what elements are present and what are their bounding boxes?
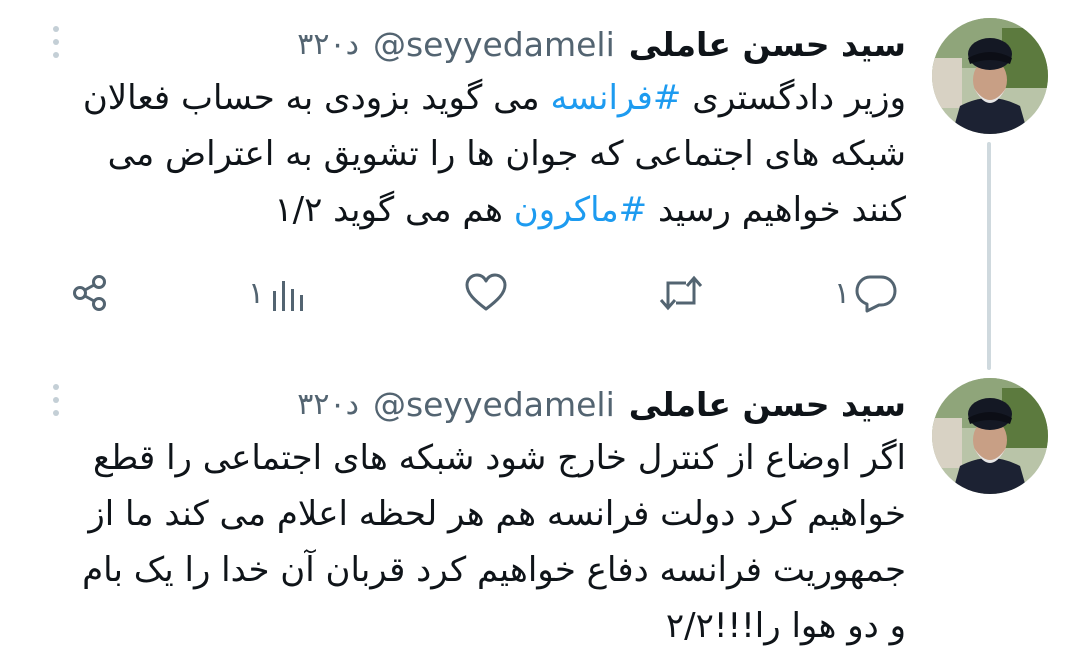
text-span: و دو هوا را!!!۲/۲ — [665, 606, 906, 646]
like-button[interactable] — [464, 268, 512, 318]
text-line: اگر اوضاع از کنترل خارج شود شبکه های اجت… — [46, 430, 906, 486]
share-icon — [73, 275, 106, 311]
text-line: جمهوریت فرانسه دفاع خواهیم کرد قربان آن … — [46, 542, 906, 598]
views-count: ۱ — [248, 275, 265, 311]
tweet-header: سید حسن عاملی @seyyedameli ۳۲۰د — [297, 380, 906, 428]
avatar-image — [932, 378, 1048, 494]
author-handle[interactable]: @seyyedameli — [373, 25, 615, 64]
retweet-icon — [659, 275, 703, 311]
reply-button[interactable]: ۱ — [834, 268, 898, 318]
text-span: وزیر دادگستری — [681, 78, 906, 118]
hashtag-link[interactable]: #فرانسه — [550, 78, 681, 118]
views-button[interactable]: ۱ — [248, 268, 308, 318]
tweet-actions: ۱ ۱ — [0, 268, 1080, 318]
text-line: کنند خواهیم رسید #ماکرون هم می گوید ۱/۲ — [46, 182, 906, 238]
hashtag-link[interactable]: #ماکرون — [514, 190, 647, 230]
text-span: می گوید بزودی به حساب فعالان — [82, 78, 551, 118]
text-span: کنند خواهیم رسید — [647, 190, 906, 230]
tweet-time[interactable]: ۳۲۰د — [297, 27, 359, 62]
more-options-icon[interactable] — [46, 380, 66, 420]
avatar-image — [932, 18, 1048, 134]
author-avatar[interactable] — [932, 378, 1048, 494]
retweet-button[interactable] — [658, 268, 708, 318]
author-avatar[interactable] — [932, 18, 1048, 134]
tweet-text: اگر اوضاع از کنترل خارج شود شبکه های اجت… — [46, 430, 906, 654]
tweet-header: سید حسن عاملی @seyyedameli ۳۲۰د — [297, 20, 906, 68]
tweet-text: وزیر دادگستری #فرانسه می گوید بزودی به ح… — [46, 70, 906, 238]
author-name[interactable]: سید حسن عاملی — [629, 25, 906, 64]
views-bars-icon — [273, 281, 304, 311]
reply-count: ۱ — [834, 275, 851, 311]
tweet-1[interactable]: سید حسن عاملی @seyyedameli ۳۲۰د وزیر داد… — [0, 0, 1080, 370]
text-line: خواهیم کرد دولت فرانسه هم هر لحظه اعلام … — [46, 486, 906, 542]
text-span: شبکه های اجتماعی که جوان ها را تشویق به … — [107, 134, 906, 174]
text-line: و دو هوا را!!!۲/۲ — [46, 598, 906, 654]
heart-icon — [465, 273, 507, 311]
text-line: وزیر دادگستری #فرانسه می گوید بزودی به ح… — [46, 70, 906, 126]
thread-connector-line — [987, 142, 991, 370]
tweet-time[interactable]: ۳۲۰د — [297, 387, 359, 422]
text-span: جمهوریت فرانسه دفاع خواهیم کرد قربان آن … — [82, 550, 906, 590]
author-handle[interactable]: @seyyedameli — [373, 385, 615, 424]
text-span: هم می گوید ۱/۲ — [274, 190, 514, 230]
text-span: خواهیم کرد دولت فرانسه هم هر لحظه اعلام … — [88, 494, 906, 534]
more-options-icon[interactable] — [46, 22, 66, 62]
tweet-2[interactable]: سید حسن عاملی @seyyedameli ۳۲۰د اگر اوضا… — [0, 360, 1080, 663]
share-button[interactable] — [70, 268, 110, 318]
text-line: شبکه های اجتماعی که جوان ها را تشویق به … — [46, 126, 906, 182]
text-span: اگر اوضاع از کنترل خارج شود شبکه های اجت… — [93, 438, 906, 478]
author-name[interactable]: سید حسن عاملی — [629, 385, 906, 424]
reply-bubble-icon — [855, 275, 897, 313]
